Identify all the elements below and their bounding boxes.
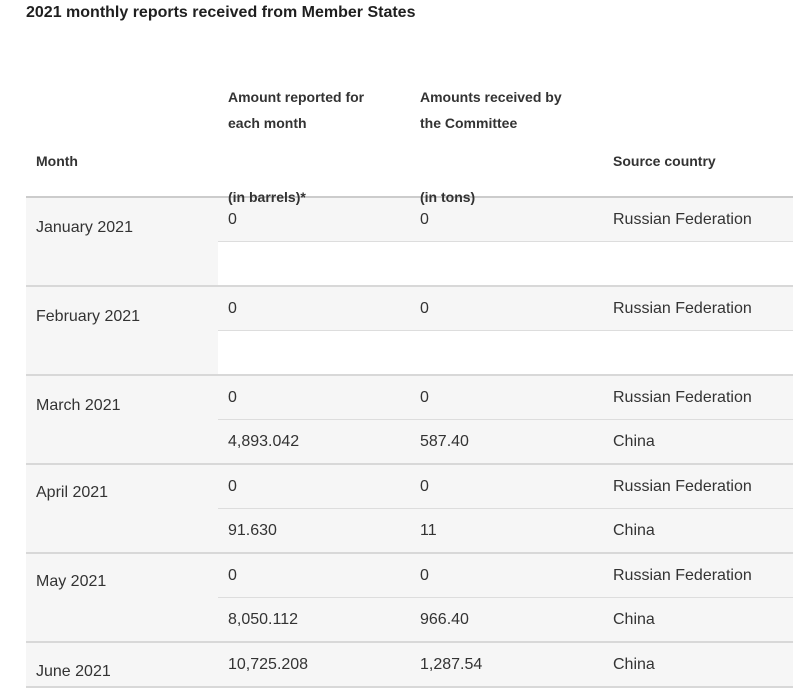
header-amount: Amount reported for each month (in barre… bbox=[228, 84, 365, 205]
source-country-cell: Russian Federation bbox=[613, 566, 752, 584]
reports-table: Month Amount reported for each month (in… bbox=[26, 48, 793, 688]
month-group: April 2021 0 0 Russian Federation 91.630 11 Ch… bbox=[26, 465, 793, 554]
table-row: 4,893.042 587.40 China bbox=[218, 419, 793, 463]
header-amount-line1: Amount reported for bbox=[228, 89, 365, 105]
month-cell: April 2021 bbox=[36, 484, 109, 501]
table-row: 8,050.112 966.40 China bbox=[218, 597, 793, 641]
source-country-cell: China bbox=[613, 655, 655, 673]
source-country-cell: China bbox=[613, 610, 655, 628]
amount-cell: 0 bbox=[228, 210, 237, 228]
table-row: 10,725.208 1,287.54 China bbox=[218, 643, 793, 686]
page-title: 2021 monthly reports received from Membe… bbox=[26, 4, 416, 21]
month-rows: 10,725.208 1,287.54 China bbox=[218, 643, 793, 686]
header-month: Month bbox=[36, 153, 78, 169]
table-row bbox=[218, 330, 793, 374]
table-row: 0 0 Russian Federation bbox=[218, 376, 793, 419]
month-group: May 2021 0 0 Russian Federation 8,050.112 966… bbox=[26, 554, 793, 643]
table-row: 0 0 Russian Federation bbox=[218, 465, 793, 508]
header-received: Amounts received by the Committee (in to… bbox=[420, 84, 562, 205]
received-cell: 0 bbox=[420, 299, 429, 317]
amount-cell: 4,893.042 bbox=[228, 432, 300, 450]
source-country-cell: Russian Federation bbox=[613, 388, 752, 406]
month-cell: May 2021 bbox=[36, 573, 107, 590]
received-cell: 0 bbox=[420, 477, 429, 495]
amount-cell: 10,725.208 bbox=[228, 655, 309, 673]
source-country-cell: Russian Federation bbox=[613, 299, 752, 317]
received-cell: 11 bbox=[420, 521, 437, 539]
received-cell: 587.40 bbox=[420, 432, 469, 450]
month-group: January 2021 0 0 Russian Federation bbox=[26, 198, 793, 287]
received-cell: 0 bbox=[420, 388, 429, 406]
amount-cell: 0 bbox=[228, 477, 237, 495]
amount-cell: 8,050.112 bbox=[228, 610, 298, 628]
table-row: 91.630 11 China bbox=[218, 508, 793, 552]
month-group: February 2021 0 0 Russian Federation bbox=[26, 287, 793, 376]
month-cell: February 2021 bbox=[36, 308, 141, 325]
received-cell: 0 bbox=[420, 566, 429, 584]
amount-cell: 0 bbox=[228, 299, 237, 317]
month-cell: March 2021 bbox=[36, 397, 121, 414]
received-cell: 0 bbox=[420, 210, 429, 228]
month-group: June 2021 10,725.208 1,287.54 China bbox=[26, 643, 793, 688]
month-group: March 2021 0 0 Russian Federation 4,893.042 5… bbox=[26, 376, 793, 465]
month-rows: 0 0 Russian Federation 8,050.112 966.40 China bbox=[218, 554, 793, 641]
source-country-cell: China bbox=[613, 432, 655, 450]
source-country-cell: Russian Federation bbox=[613, 477, 752, 495]
month-rows: 0 0 Russian Federation bbox=[218, 198, 793, 285]
header-received-line2: the Committee bbox=[420, 115, 518, 131]
table-body: January 2021 0 0 Russian Federation February… bbox=[26, 198, 793, 688]
amount-cell: 0 bbox=[228, 566, 237, 584]
month-rows: 0 0 Russian Federation bbox=[218, 287, 793, 374]
header-received-line1: Amounts received by bbox=[420, 89, 562, 105]
table-row: 0 0 Russian Federation bbox=[218, 554, 793, 597]
month-rows: 0 0 Russian Federation 91.630 11 China bbox=[218, 465, 793, 552]
table-row bbox=[218, 241, 793, 285]
amount-cell: 91.630 bbox=[228, 521, 277, 539]
table-header: Month Amount reported for each month (in… bbox=[26, 48, 793, 205]
header-received-unit: (in tons) bbox=[420, 189, 476, 205]
source-country-cell: China bbox=[613, 521, 655, 539]
table-row: 0 0 Russian Federation bbox=[218, 287, 793, 330]
header-amount-unit: (in barrels)* bbox=[228, 189, 306, 205]
header-source: Source country bbox=[613, 153, 716, 169]
header-amount-line2: each month bbox=[228, 115, 307, 131]
received-cell: 1,287.54 bbox=[420, 655, 483, 673]
amount-cell: 0 bbox=[228, 388, 237, 406]
received-cell: 966.40 bbox=[420, 610, 469, 628]
month-cell: January 2021 bbox=[36, 219, 133, 236]
source-country-cell: Russian Federation bbox=[613, 210, 752, 228]
month-cell: June 2021 bbox=[36, 663, 111, 680]
month-rows: 0 0 Russian Federation 4,893.042 587.40 China bbox=[218, 376, 793, 463]
